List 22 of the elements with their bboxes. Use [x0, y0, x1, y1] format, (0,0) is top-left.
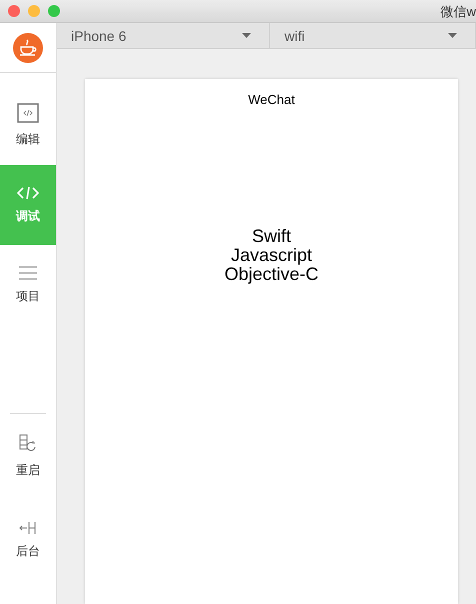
minimize-button[interactable] [28, 5, 40, 17]
sidebar-item[interactable]: 重启 [0, 426, 56, 486]
sidebar-item[interactable]: 项目 [0, 245, 56, 325]
sidebar-item[interactable]: 后台 [0, 510, 56, 570]
device-dropdown[interactable]: iPhone 6 [57, 23, 270, 48]
text-line: Swift [252, 227, 291, 246]
code-window-icon [17, 102, 39, 122]
menu-icon [19, 266, 37, 280]
caret-icon [242, 33, 252, 38]
caret-icon [448, 33, 457, 38]
text-line: Objective-C [224, 265, 319, 284]
code-icon [17, 186, 39, 200]
sidebar-item[interactable]: 编辑 [0, 85, 56, 165]
zoom-button[interactable] [48, 5, 60, 17]
network-dropdown[interactable]: wifi [270, 23, 476, 48]
page-title: WeChat [248, 92, 295, 107]
refresh-icon [18, 434, 38, 454]
arrow-bar-icon [19, 520, 37, 534]
app-logo-icon [13, 32, 43, 62]
close-button[interactable] [8, 5, 20, 17]
window-title: 微信w [440, 3, 476, 21]
text-line: Javascript [230, 246, 312, 265]
